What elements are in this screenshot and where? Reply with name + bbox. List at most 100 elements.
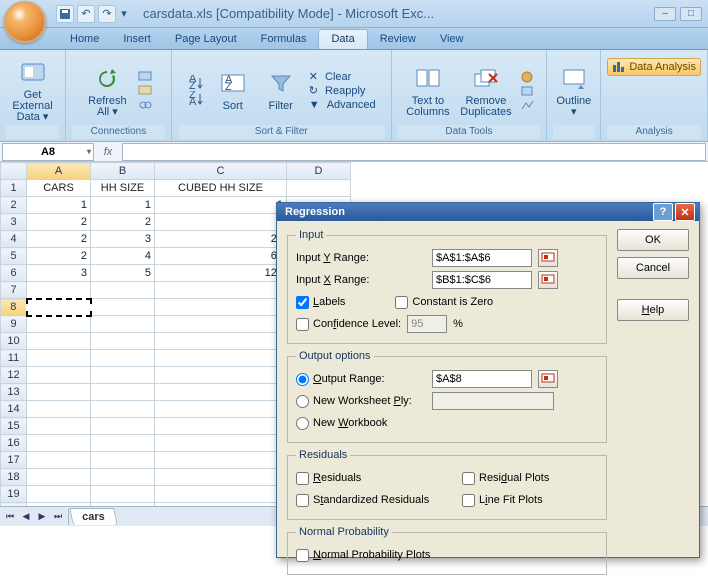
reapply-button[interactable]: ↻ Reapply [307,85,378,97]
remove-duplicates-button[interactable]: Remove Duplicates [458,62,514,120]
row-header[interactable]: 16 [1,435,27,452]
cell[interactable]: CARS [27,180,91,197]
outline-button[interactable]: Outline ▾ [550,62,598,120]
cell[interactable] [155,282,287,299]
get-external-data-button[interactable]: Get External Data ▾ [3,56,63,125]
cell[interactable] [27,299,91,316]
cell[interactable] [155,452,287,469]
connections-button[interactable] [136,71,154,83]
cell[interactable] [155,486,287,503]
cell[interactable] [91,401,155,418]
collapse-dialog-icon[interactable] [538,370,558,388]
cell[interactable] [287,180,351,197]
cell[interactable] [27,401,91,418]
cell[interactable] [155,384,287,401]
dialog-titlebar[interactable]: Regression ? ✕ [277,203,699,221]
row-header[interactable]: 17 [1,452,27,469]
confidence-level-checkbox[interactable]: Confidence Level: [296,318,401,331]
tab-review[interactable]: Review [368,30,428,49]
filter-button[interactable]: Filter [259,67,303,114]
fx-icon[interactable]: fx [94,146,122,158]
new-worksheet-radio[interactable]: New Worksheet Ply: [296,395,426,408]
cell[interactable] [27,367,91,384]
normal-probability-checkbox[interactable]: Normal Probability Plots [296,549,430,562]
row-header[interactable]: 18 [1,469,27,486]
select-all-corner[interactable] [1,163,27,180]
cell[interactable] [91,333,155,350]
cell[interactable]: 1 [27,197,91,214]
maximize-button[interactable]: □ [680,7,702,21]
standardized-residuals-checkbox[interactable]: Standardized Residuals [296,494,456,507]
row-header[interactable]: 2 [1,197,27,214]
cell[interactable]: 1 [91,197,155,214]
row-header[interactable]: 7 [1,282,27,299]
output-range-field[interactable] [432,370,532,388]
row-header[interactable]: 13 [1,384,27,401]
refresh-all-button[interactable]: Refresh All ▾ [82,62,132,120]
cell[interactable]: 5 [91,265,155,282]
ok-button[interactable]: OK [617,229,689,251]
cell[interactable] [27,282,91,299]
cell[interactable] [27,316,91,333]
linefit-plots-checkbox[interactable]: Line Fit Plots [462,494,543,507]
cell[interactable] [27,435,91,452]
cell[interactable] [155,435,287,452]
cell[interactable]: 4 [91,248,155,265]
save-icon[interactable] [56,5,74,23]
name-box[interactable]: A8 [2,143,94,161]
cell[interactable]: 2 [27,231,91,248]
edit-links-button[interactable] [136,99,154,111]
row-header[interactable]: 19 [1,486,27,503]
cell[interactable] [91,486,155,503]
cell[interactable] [91,452,155,469]
row-header[interactable]: 6 [1,265,27,282]
cell[interactable] [91,384,155,401]
redo-icon[interactable]: ↷ [98,5,116,23]
tab-page-layout[interactable]: Page Layout [163,30,249,49]
input-y-range-field[interactable] [432,249,532,267]
what-if-button[interactable] [518,99,536,111]
cell[interactable] [155,367,287,384]
cell[interactable] [91,418,155,435]
help-button[interactable]: Help [617,299,689,321]
formula-input[interactable] [122,143,706,161]
cell[interactable] [27,469,91,486]
sort-button[interactable]: AZ Sort [211,67,255,114]
tab-view[interactable]: View [428,30,476,49]
properties-button[interactable] [136,85,154,97]
cell[interactable] [155,401,287,418]
cell[interactable]: 3 [27,265,91,282]
cell[interactable] [27,418,91,435]
cell[interactable] [91,282,155,299]
cell[interactable]: 2 [27,248,91,265]
cell[interactable] [155,350,287,367]
sheet-tab-cars[interactable]: cars [69,508,117,525]
office-button[interactable] [4,1,46,43]
cell[interactable] [91,350,155,367]
tab-formulas[interactable]: Formulas [249,30,319,49]
dialog-help-icon[interactable]: ? [653,203,673,221]
tab-insert[interactable]: Insert [111,30,163,49]
cell[interactable]: 64 [155,248,287,265]
confidence-value-field[interactable] [407,315,447,333]
row-header[interactable]: 5 [1,248,27,265]
data-analysis-button[interactable]: Data Analysis [607,58,701,76]
new-workbook-radio[interactable]: New Workbook [296,417,387,430]
cell[interactable] [91,435,155,452]
cell[interactable]: 27 [155,231,287,248]
collapse-dialog-icon[interactable] [538,249,558,267]
constant-zero-checkbox[interactable]: Constant is Zero [395,296,493,309]
cell[interactable]: 8 [155,214,287,231]
cell[interactable]: 2 [91,214,155,231]
cell[interactable] [155,469,287,486]
residual-plots-checkbox[interactable]: Residual Plots [462,472,549,485]
residuals-checkbox[interactable]: Residuals [296,472,456,485]
row-header[interactable]: 14 [1,401,27,418]
row-header[interactable]: 12 [1,367,27,384]
row-header[interactable]: 9 [1,316,27,333]
collapse-dialog-icon[interactable] [538,271,558,289]
data-validation-button[interactable] [518,71,536,83]
labels-checkbox[interactable]: Labels [296,296,345,309]
col-header-C[interactable]: C [155,163,287,180]
row-header[interactable]: 8 [1,299,27,316]
